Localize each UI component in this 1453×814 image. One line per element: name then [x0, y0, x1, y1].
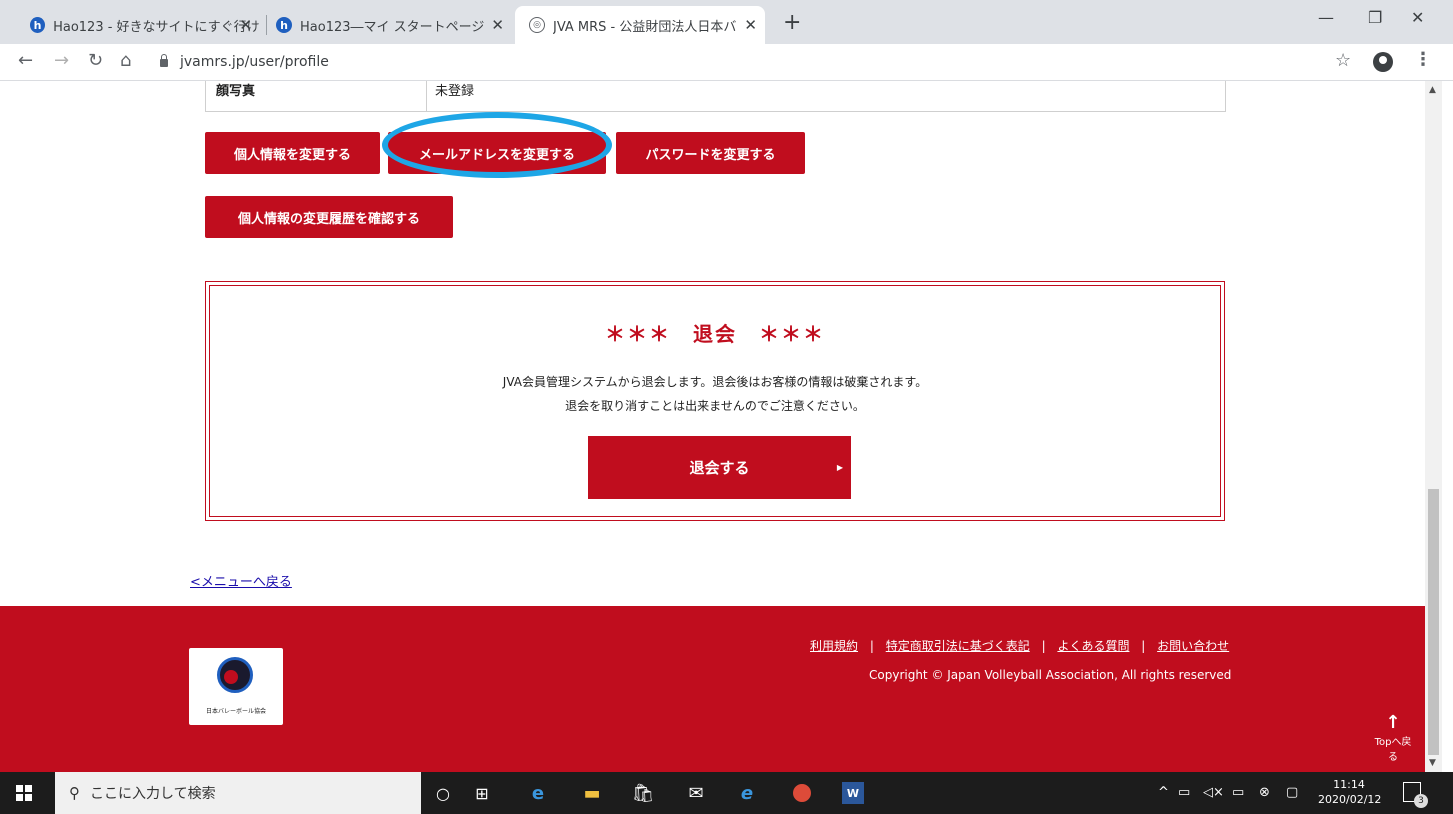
word-icon[interactable]: W	[842, 782, 864, 804]
withdraw-button-label: 退会する	[689, 459, 750, 477]
tab-close-icon[interactable]: ✕	[491, 16, 504, 34]
back-to-menu-link[interactable]: <メニューへ戻る	[190, 571, 292, 590]
copyright-text: Copyright © Japan Volleyball Association…	[869, 668, 1232, 682]
change-password-button[interactable]: パスワードを変更する	[616, 132, 805, 174]
back-to-top-label: Topへ戻る	[1374, 737, 1412, 763]
tab-title: Hao123 - 好きなサイトにすぐ行ける	[53, 19, 260, 35]
photo-label: 顔写真	[216, 84, 256, 99]
cortana-icon[interactable]: ○	[432, 782, 454, 804]
new-tab-button[interactable]: +	[783, 10, 801, 35]
reload-icon[interactable]: ↻	[88, 50, 103, 71]
restore-icon[interactable]: ❐	[1368, 8, 1382, 27]
arrow-up-icon: ↑	[1385, 712, 1401, 733]
home-icon[interactable]: ⌂	[120, 50, 131, 71]
tab-close-icon[interactable]: ✕	[239, 16, 252, 34]
internet-explorer-icon[interactable]: e	[736, 782, 758, 804]
minimize-icon[interactable]: —	[1318, 8, 1334, 27]
jva-logo-text: 日本バレーボール協会	[205, 708, 266, 715]
jva-logo-mark	[217, 657, 253, 693]
volume-muted-icon[interactable]: ◁×	[1203, 785, 1224, 800]
tab-divider	[266, 15, 267, 35]
account-avatar-icon[interactable]	[1373, 52, 1393, 72]
tab-close-icon[interactable]: ✕	[744, 16, 757, 34]
withdrawal-message-line2: 退会を取り消すことは出来ませんのでご注意ください。	[565, 399, 865, 413]
mail-icon[interactable]: ✉	[685, 782, 707, 804]
chrome-icon[interactable]	[790, 781, 814, 805]
error-icon[interactable]: ⊗	[1259, 785, 1270, 800]
ime-icon[interactable]: ▢	[1286, 785, 1298, 800]
browser-tab-bar: h Hao123 - 好きなサイトにすぐ行ける ✕ h Hao123―マイ スタ…	[0, 0, 1453, 44]
page-scrollbar[interactable]: ▲ ▼	[1425, 81, 1442, 772]
scrollbar-thumb[interactable]	[1428, 489, 1439, 755]
tab-jva-mrs[interactable]: ◎ JVA MRS - 公益財団法人日本バレ ✕	[515, 6, 765, 44]
clock-date: 2020/02/12	[1318, 793, 1382, 806]
scroll-up-icon[interactable]: ▲	[1429, 85, 1436, 95]
footer-link-terms[interactable]: 利用規約	[810, 639, 858, 653]
windows-taskbar: ⚲ ここに入力して検索 ○ ⊞ e ▬ 🛍 ✉ e W ^ ▭ ◁× ▭ ⊗ ▢…	[0, 772, 1453, 814]
change-personal-info-button[interactable]: 個人情報を変更する	[205, 132, 380, 174]
footer-link-separator: |	[1141, 639, 1146, 653]
menu-kebab-icon[interactable]: ⋮	[1414, 49, 1432, 70]
tab-hao123-start[interactable]: h Hao123―マイ スタートページ ✕	[276, 6, 512, 44]
lock-icon	[160, 54, 168, 67]
url-text: jvamrs.jp/user/profile	[180, 54, 329, 70]
hao123-favicon-icon: h	[276, 17, 292, 33]
footer-link-contact[interactable]: お問い合わせ	[1157, 639, 1229, 653]
withdrawal-box: ＊＊＊ 退会 ＊＊＊ JVA会員管理システムから退会します。退会後はお客様の情報…	[205, 281, 1225, 521]
withdrawal-inner-border: ＊＊＊ 退会 ＊＊＊ JVA会員管理システムから退会します。退会後はお客様の情報…	[209, 285, 1221, 517]
tab-title: JVA MRS - 公益財団法人日本バレ	[553, 19, 738, 35]
taskbar-search-box[interactable]: ⚲ ここに入力して検索	[55, 772, 421, 814]
show-hidden-icons-icon[interactable]: ^	[1158, 785, 1169, 800]
back-arrow-icon[interactable]: ←	[18, 50, 33, 71]
battery-icon[interactable]: ▭	[1178, 785, 1190, 800]
back-to-top-button[interactable]: ↑ Topへ戻る	[1373, 712, 1413, 763]
tab-title: Hao123―マイ スタートページ	[300, 19, 485, 35]
scroll-down-icon[interactable]: ▼	[1429, 758, 1436, 768]
footer-link-separator: |	[1041, 639, 1046, 653]
change-email-button[interactable]: メールアドレスを変更する	[388, 132, 606, 174]
withdrawal-message-line1: JVA会員管理システムから退会します。退会後はお客様の情報は破棄されます。	[502, 375, 928, 389]
bookmark-star-icon[interactable]: ☆	[1335, 50, 1351, 71]
profile-photo-row: 顔写真 未登録	[205, 81, 1226, 112]
store-icon[interactable]: 🛍	[632, 782, 655, 804]
photo-value: 未登録	[426, 81, 474, 111]
search-icon: ⚲	[69, 784, 80, 802]
network-icon[interactable]: ▭	[1232, 785, 1244, 800]
jva-logo[interactable]: 日本バレーボール協会	[189, 648, 283, 725]
windows-start-icon[interactable]	[16, 785, 32, 801]
jva-favicon-icon: ◎	[529, 17, 545, 33]
file-explorer-icon[interactable]: ▬	[581, 782, 603, 804]
window-close-icon[interactable]: ✕	[1411, 8, 1424, 27]
address-bar[interactable]: jvamrs.jp/user/profile	[160, 51, 329, 73]
change-history-button[interactable]: 個人情報の変更履歴を確認する	[205, 196, 453, 238]
taskbar-search-placeholder: ここに入力して検索	[90, 786, 216, 802]
taskbar-clock[interactable]: 11:14 2020/02/12	[1318, 777, 1382, 807]
task-view-icon[interactable]: ⊞	[471, 782, 493, 804]
clock-time: 11:14	[1333, 778, 1365, 791]
edge-browser-icon[interactable]: e	[527, 782, 549, 804]
browser-toolbar: ← → ↻ ⌂ jvamrs.jp/user/profile ☆ ⋮	[0, 44, 1453, 81]
arrow-right-icon: ▶	[836, 463, 843, 472]
footer-links: 利用規約 | 特定商取引法に基づく表記 | よくある質問 | お問い合わせ	[810, 637, 1229, 654]
hao123-favicon-icon: h	[30, 17, 46, 33]
withdrawal-title: ＊＊＊ 退会 ＊＊＊	[605, 322, 825, 346]
footer-link-commerce-law[interactable]: 特定商取引法に基づく表記	[886, 639, 1030, 653]
tab-hao123[interactable]: h Hao123 - 好きなサイトにすぐ行ける ✕	[30, 6, 260, 44]
notification-badge: 3	[1414, 794, 1428, 808]
site-footer: 利用規約 | 特定商取引法に基づく表記 | よくある質問 | お問い合わせ Co…	[0, 606, 1425, 772]
notification-center-icon[interactable]: 3	[1403, 782, 1428, 808]
page-content: 顔写真 未登録 個人情報を変更する メールアドレスを変更する パスワードを変更す…	[0, 81, 1425, 772]
footer-link-faq[interactable]: よくある質問	[1057, 639, 1129, 653]
forward-arrow-icon[interactable]: →	[54, 50, 69, 71]
footer-link-separator: |	[869, 639, 874, 653]
withdraw-button[interactable]: 退会する ▶	[588, 436, 851, 499]
